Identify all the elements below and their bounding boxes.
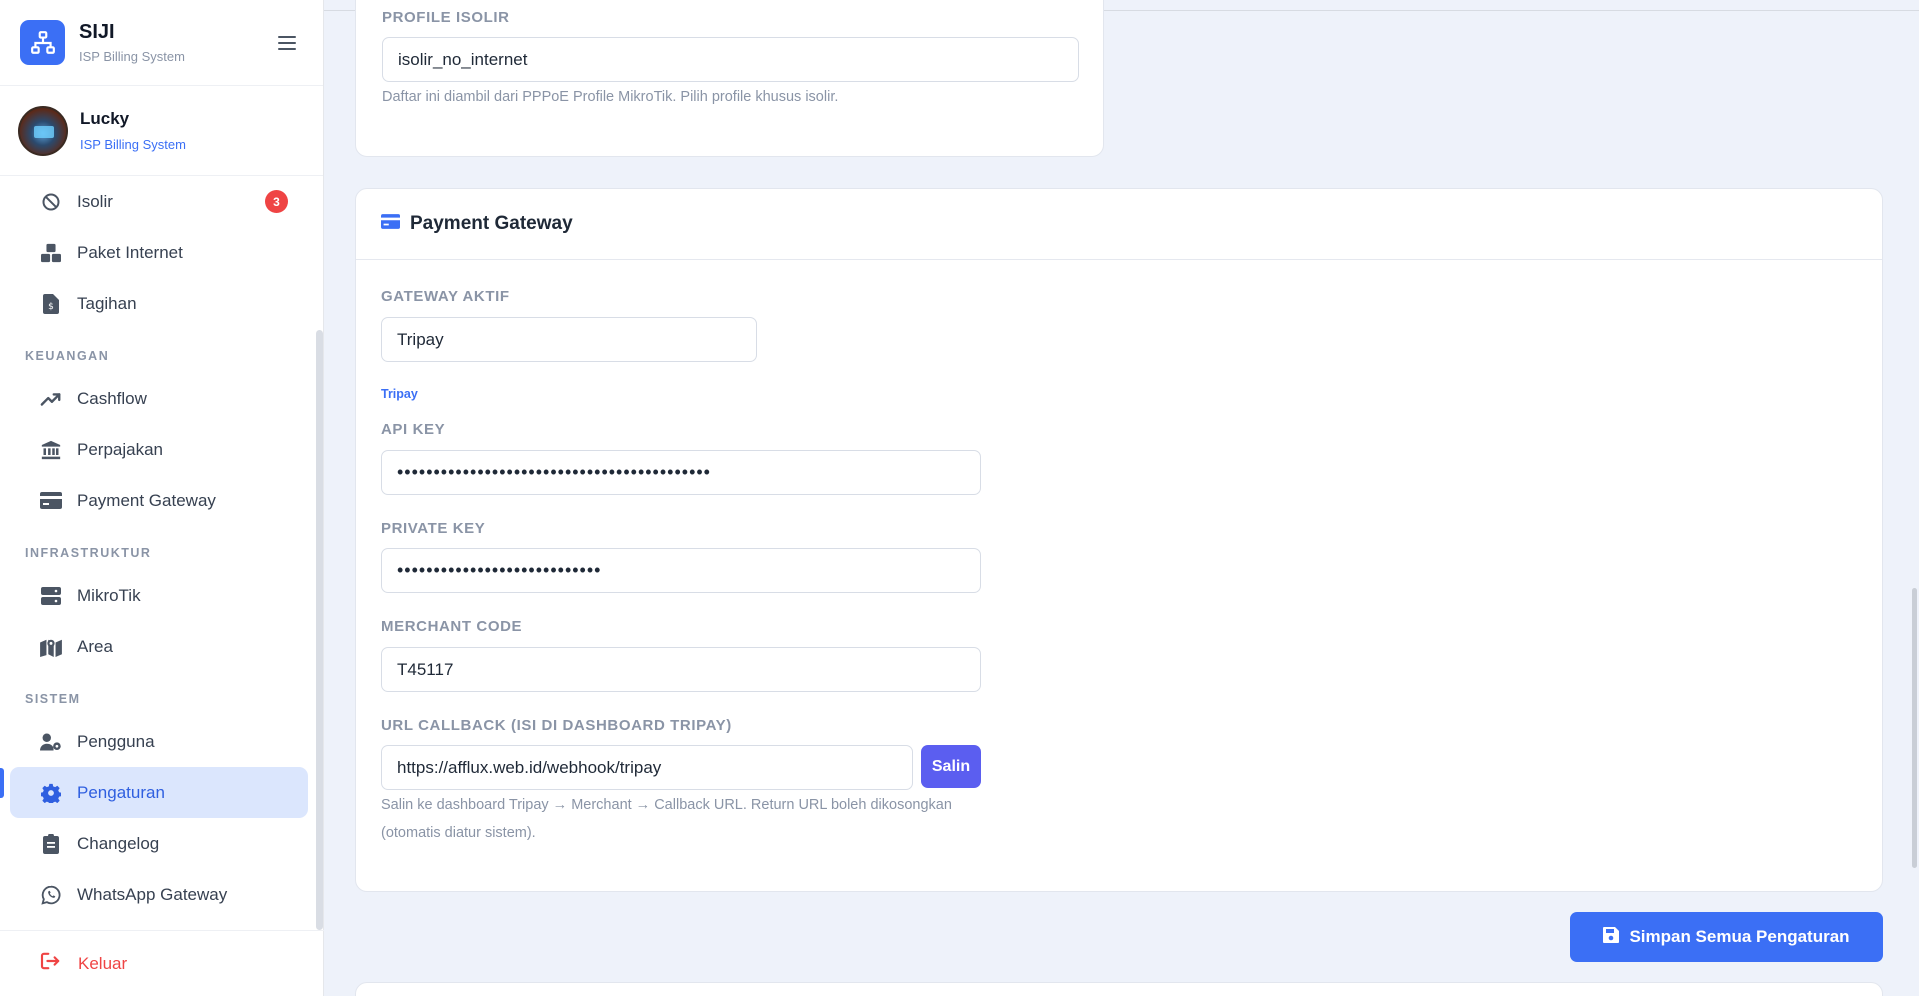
gateway-aktif-label: GATEWAY AKTIF	[381, 288, 510, 305]
boxes-icon	[40, 242, 62, 264]
api-key-label: API KEY	[381, 421, 446, 438]
credit-card-icon	[40, 490, 62, 512]
profile-isolir-hint: Daftar ini diambil dari PPPoE Profile Mi…	[382, 89, 839, 105]
brand-subtitle: ISP Billing System	[79, 49, 185, 64]
section-infrastruktur: INFRASTRUKTUR	[25, 546, 152, 560]
sidebar-item-cashflow[interactable]: Cashflow	[10, 373, 308, 424]
hamburger-icon	[278, 35, 296, 50]
sidebar-item-payment-gateway[interactable]: Payment Gateway	[10, 475, 308, 526]
sidebar-scrollbar[interactable]	[316, 330, 323, 930]
profile-isolir-select[interactable]: isolir_no_internet	[382, 37, 1079, 82]
map-icon	[40, 636, 62, 658]
ban-icon	[40, 191, 62, 213]
sidebar-item-paket-internet[interactable]: Paket Internet	[10, 227, 308, 278]
api-key-input[interactable]: ••••••••••••••••••••••••••••••••••••••••…	[381, 450, 981, 495]
sidebar-item-label: Area	[77, 636, 113, 656]
credit-card-icon	[381, 214, 400, 234]
sidebar-item-label: Paket Internet	[77, 242, 183, 262]
sidebar-item-label: Pengguna	[77, 731, 155, 751]
server-icon	[40, 585, 62, 607]
private-key-input[interactable]: ••••••••••••••••••••••••••••	[381, 548, 981, 593]
next-settings-card	[355, 982, 1883, 996]
payment-gateway-title: Payment Gateway	[410, 213, 573, 234]
brand-header: SIJI ISP Billing System	[0, 0, 323, 86]
callback-hint-line2: (otomatis diatur sistem).	[381, 825, 536, 841]
section-sistem: SISTEM	[25, 692, 81, 706]
isolir-settings-card: PROFILE ISOLIR isolir_no_internet Daftar…	[355, 0, 1104, 157]
bank-icon	[40, 439, 62, 461]
sidebar-item-perpajakan[interactable]: Perpajakan	[10, 424, 308, 475]
user-subtitle: ISP Billing System	[80, 137, 186, 152]
callback-url-input[interactable]: https://afflux.web.id/webhook/tripay	[381, 745, 913, 790]
private-key-label: PRIVATE KEY	[381, 520, 486, 537]
active-indicator	[0, 768, 4, 798]
sidebar-item-isolir[interactable]: Isolir 3	[10, 176, 308, 227]
gateway-aktif-select[interactable]: Tripay	[381, 317, 757, 362]
whatsapp-icon	[40, 884, 62, 906]
callback-hint-line1: Salin ke dashboard Tripay → Merchant → C…	[381, 797, 952, 813]
merchant-code-input[interactable]: T45117	[381, 647, 981, 692]
copy-callback-button[interactable]: Salin	[921, 745, 981, 788]
svg-text:$: $	[48, 302, 54, 312]
sidebar-item-tagihan[interactable]: $ Tagihan	[10, 278, 308, 329]
sidebar-item-label: WhatsApp Gateway	[77, 884, 228, 904]
merchant-code-label: MERCHANT CODE	[381, 618, 523, 635]
avatar	[18, 105, 68, 156]
sidebar-item-mikrotik[interactable]: MikroTik	[10, 570, 308, 621]
isolir-count-badge: 3	[265, 190, 288, 213]
logout-icon	[40, 952, 62, 975]
brand-name: SIJI	[79, 21, 115, 43]
trend-up-icon	[40, 388, 62, 410]
section-keuangan: KEUANGAN	[25, 349, 110, 363]
gear-icon	[40, 782, 62, 804]
logout-button[interactable]: Keluar	[0, 930, 324, 996]
sidebar-item-label: Cashflow	[77, 388, 147, 408]
sidebar-item-label: MikroTik	[77, 585, 141, 605]
logout-label: Keluar	[78, 953, 128, 973]
menu-toggle-button[interactable]	[271, 27, 303, 59]
sidebar-item-label: Pengaturan	[77, 782, 165, 802]
sidebar-item-label: Isolir	[77, 191, 113, 211]
user-gear-icon	[40, 731, 62, 753]
sidebar-item-pengaturan[interactable]: Pengaturan	[10, 767, 308, 818]
sidebar-item-label: Perpajakan	[77, 439, 164, 459]
payment-gateway-card: Payment Gateway GATEWAY AKTIF Tripay Tri…	[355, 188, 1883, 892]
sidebar-item-label: Changelog	[77, 833, 160, 853]
clipboard-icon	[40, 833, 62, 855]
save-button-label: Simpan Semua Pengaturan	[1629, 927, 1850, 946]
main-scrollbar[interactable]	[1912, 588, 1917, 868]
network-logo-icon	[20, 20, 65, 65]
provider-label: Tripay	[381, 387, 418, 401]
callback-url-label: URL CALLBACK (ISI DI DASHBOARD TRIPAY)	[381, 717, 732, 734]
sidebar-nav: Isolir 3 Paket Internet $ Tagihan KEUANG…	[0, 176, 318, 920]
sidebar-item-area[interactable]: Area	[10, 621, 308, 672]
sidebar: SIJI ISP Billing System Lucky ISP Billin…	[0, 0, 324, 996]
sidebar-item-whatsapp-gateway[interactable]: WhatsApp Gateway	[10, 869, 308, 920]
user-profile: Lucky ISP Billing System	[0, 86, 323, 176]
invoice-icon: $	[40, 293, 62, 315]
payment-gateway-header: Payment Gateway	[356, 189, 1882, 260]
sidebar-item-changelog[interactable]: Changelog	[10, 818, 308, 869]
sidebar-item-label: Tagihan	[77, 293, 137, 313]
sidebar-item-label: Payment Gateway	[77, 490, 216, 510]
user-name: Lucky	[80, 109, 130, 128]
sidebar-item-pengguna[interactable]: Pengguna	[10, 716, 308, 767]
floppy-disk-icon	[1603, 926, 1620, 948]
profile-isolir-label: PROFILE ISOLIR	[382, 9, 510, 26]
save-all-settings-button[interactable]: Simpan Semua Pengaturan	[1570, 912, 1883, 962]
